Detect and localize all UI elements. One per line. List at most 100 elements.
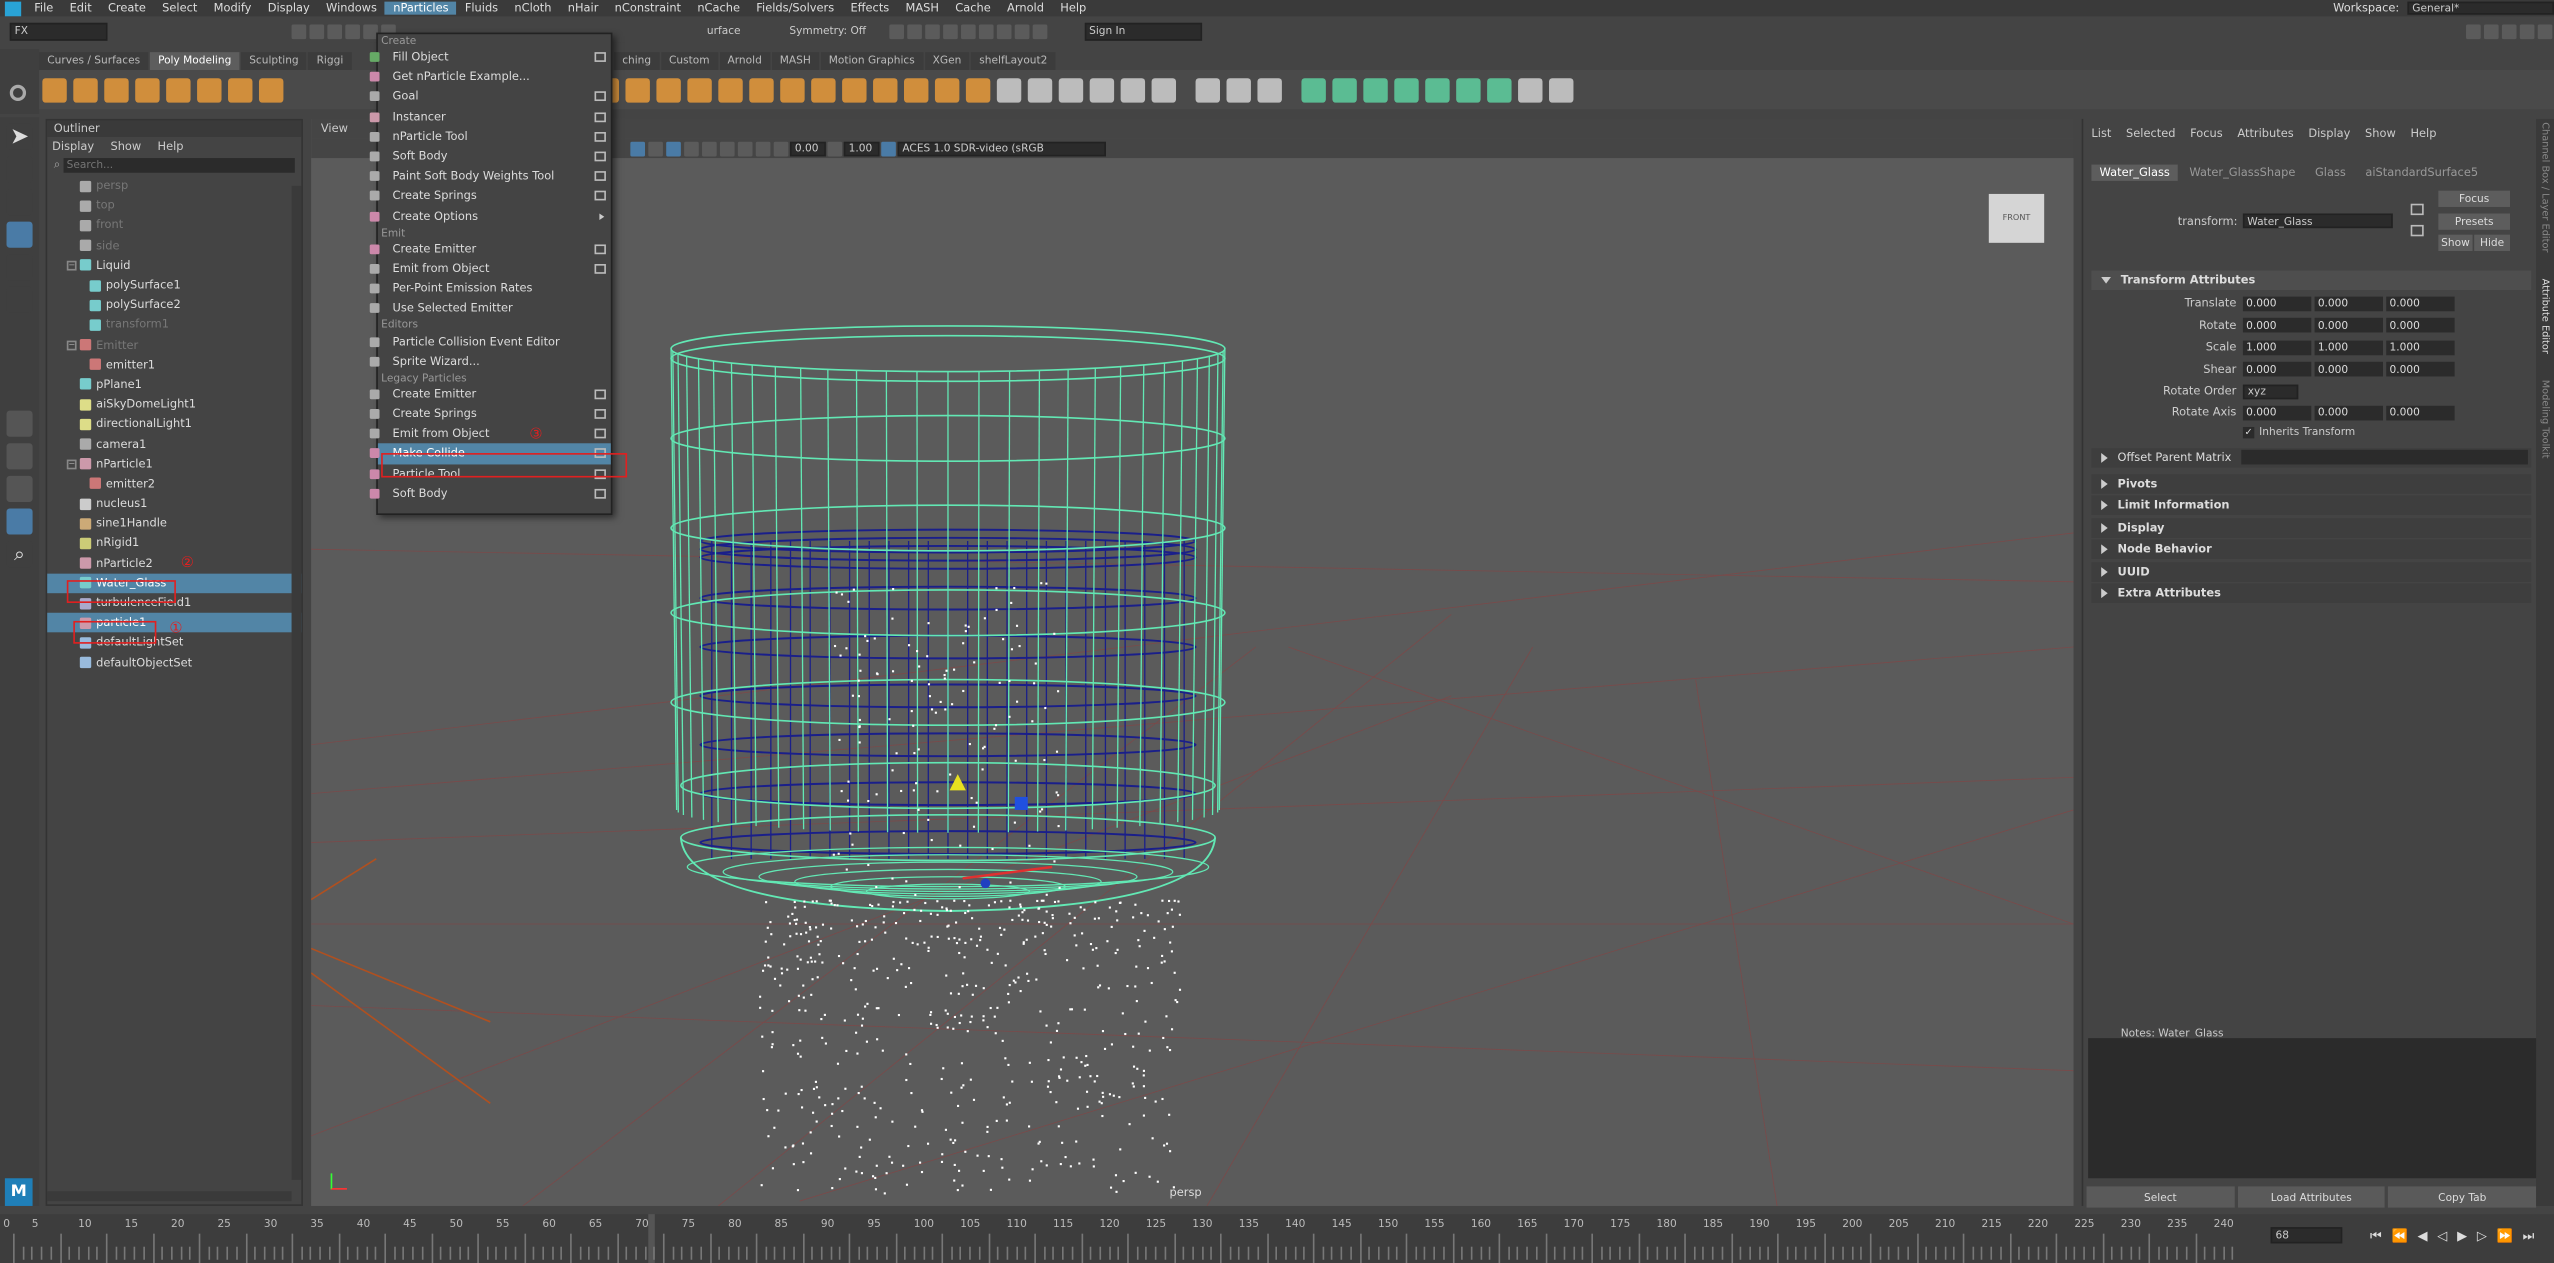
menu-item-soft-body[interactable]: Soft Body (369, 484, 611, 504)
shelf-tool-icon[interactable] (1363, 77, 1388, 102)
outliner-item[interactable]: polySurface1 (47, 275, 301, 295)
snap-grid-icon[interactable] (888, 23, 904, 39)
option-box-icon[interactable] (594, 429, 606, 439)
rotate-axis-field[interactable]: 0.000 (2386, 404, 2455, 420)
play-icon[interactable] (1014, 23, 1029, 39)
current-frame-field[interactable]: 68 (2270, 1227, 2343, 1244)
offset-parent-field[interactable] (2241, 449, 2528, 465)
outliner-item[interactable]: − Emitter (47, 335, 301, 355)
outliner-item[interactable]: side (47, 236, 301, 256)
menu-item-emit-from-object[interactable]: Emit from Object (369, 424, 611, 444)
outliner-item[interactable]: pPlane1 (47, 375, 301, 395)
workspace-select[interactable]: General* (2407, 1, 2554, 15)
shelf-tool-icon[interactable] (1058, 77, 1084, 102)
shelf-tool-icon[interactable] (904, 77, 929, 102)
side-by-side-icon[interactable] (6, 475, 33, 502)
menu-item-paint-soft-body-weights-tool[interactable]: Paint Soft Body Weights Tool (369, 166, 611, 186)
ae-menu-attributes[interactable]: Attributes (2237, 127, 2293, 140)
attr-value-field[interactable]: 0.000 (2386, 362, 2455, 377)
attr-value-field[interactable]: 0.000 (2314, 362, 2383, 377)
menu-item-emit-from-object[interactable]: Emit from Object (369, 259, 611, 279)
shelf-tab[interactable]: Arnold (719, 52, 770, 71)
outliner-item[interactable]: directionalLight1 (47, 414, 301, 434)
menu-item-goal[interactable]: Goal (369, 87, 611, 107)
shelf-tool-icon[interactable] (104, 77, 129, 102)
ae-menu-focus[interactable]: Focus (2190, 127, 2223, 140)
menu-help[interactable]: Help (1052, 2, 1094, 15)
pause-icon[interactable] (1032, 23, 1047, 39)
lasso-tool-icon[interactable] (6, 156, 33, 183)
shelf-tool-icon[interactable] (1089, 77, 1115, 102)
rotate-axis-field[interactable]: 0.000 (2314, 404, 2383, 420)
gamma-field[interactable]: 1.00 (843, 140, 880, 156)
shelf-tool-icon[interactable] (73, 77, 98, 102)
shelf-tab[interactable]: shelfLayout2 (971, 52, 1056, 71)
option-box-icon[interactable] (594, 131, 606, 142)
wireframe-icon[interactable] (630, 140, 646, 156)
outliner-item[interactable]: front (47, 216, 301, 236)
attr-value-field[interactable]: 0.000 (2386, 318, 2455, 333)
menu-nparticles[interactable]: nParticles (385, 1, 457, 15)
option-box-icon[interactable] (594, 52, 606, 63)
presets-button[interactable]: Presets (2438, 213, 2511, 230)
outliner-item[interactable]: sine1Handle (47, 514, 301, 534)
menu-item-create-options[interactable]: Create Options (369, 206, 611, 226)
ae-arrow-icon[interactable] (2410, 203, 2424, 216)
collapse-icon[interactable]: − (66, 339, 77, 350)
outliner-layout-icon[interactable] (6, 508, 33, 535)
shelf-tool-icon[interactable] (1425, 77, 1450, 102)
outliner-hscrollbar[interactable] (47, 1191, 292, 1202)
shelf-tool-icon[interactable] (687, 77, 712, 102)
menu-item-use-selected-emitter[interactable]: Use Selected Emitter (369, 299, 611, 319)
option-box-icon[interactable] (594, 488, 606, 499)
layout-icon-5[interactable] (2537, 23, 2553, 39)
ae-tab[interactable]: aiStandardSurface5 (2357, 164, 2486, 180)
play-backward-icon[interactable]: ◁ (2437, 1229, 2447, 1245)
shelf-tab[interactable]: Riggi (308, 52, 352, 71)
menu-effects[interactable]: Effects (842, 2, 897, 15)
shelf-tool-icon[interactable] (135, 77, 160, 102)
menu-arnold[interactable]: Arnold (999, 2, 1052, 15)
menu-item-fill-object[interactable]: Fill Object (369, 47, 611, 67)
shelf-tool-icon[interactable] (197, 77, 222, 102)
ae-select-button[interactable]: Select (2086, 1186, 2235, 1208)
menu-fluids[interactable]: Fluids (457, 2, 507, 15)
ae-menu-show[interactable]: Show (2365, 127, 2396, 140)
ae-menu-list[interactable]: List (2091, 127, 2111, 140)
shelf-tool-icon[interactable] (1487, 77, 1512, 102)
section-node-behavior[interactable]: Node Behavior (2091, 539, 2532, 559)
single-pane-icon[interactable] (6, 410, 33, 437)
snap-curve-icon[interactable] (906, 23, 922, 39)
shelf-tool-icon[interactable] (718, 77, 743, 102)
option-box-icon[interactable] (594, 151, 606, 162)
signin-button[interactable]: Sign In (1084, 22, 1202, 40)
outliner-menu-help[interactable]: Help (158, 139, 184, 152)
menu-create[interactable]: Create (100, 2, 154, 15)
symmetry-select[interactable]: Symmetry: Off (789, 24, 887, 37)
menu-item-nparticle-tool[interactable]: nParticle Tool (369, 127, 611, 147)
shelf-tool-icon[interactable] (1549, 77, 1574, 102)
shelf-tool-icon[interactable] (1226, 77, 1251, 102)
shelf-tab[interactable]: Sculpting (241, 52, 307, 71)
ae-tab[interactable]: Glass (2307, 164, 2354, 180)
shelf-tab[interactable]: Poly Modeling (149, 52, 240, 71)
shadows-icon[interactable] (702, 140, 717, 156)
shelf-tool-icon[interactable] (1456, 77, 1481, 102)
layout-icon-4[interactable] (2519, 23, 2535, 39)
shelf-tool-icon[interactable] (656, 77, 681, 102)
save-scene-icon[interactable] (345, 23, 360, 39)
option-box-icon[interactable] (594, 191, 606, 202)
select-tool-icon[interactable]: ➤ (6, 123, 33, 150)
layout-icon-3[interactable] (2501, 23, 2517, 39)
grid-icon[interactable] (755, 140, 771, 156)
shelf-tool-icon[interactable] (258, 77, 284, 102)
layout-icon-2[interactable] (2483, 23, 2499, 39)
transform-name-field[interactable]: Water_Glass (2242, 213, 2393, 229)
menu-select[interactable]: Select (154, 2, 205, 15)
rotate-tool-icon[interactable] (6, 254, 33, 281)
option-box-icon[interactable] (594, 409, 606, 419)
select-mode-icon[interactable] (291, 23, 307, 39)
render-icon[interactable] (978, 23, 994, 39)
outliner-item[interactable]: nParticle2 (47, 553, 301, 573)
option-box-icon[interactable] (594, 171, 606, 182)
